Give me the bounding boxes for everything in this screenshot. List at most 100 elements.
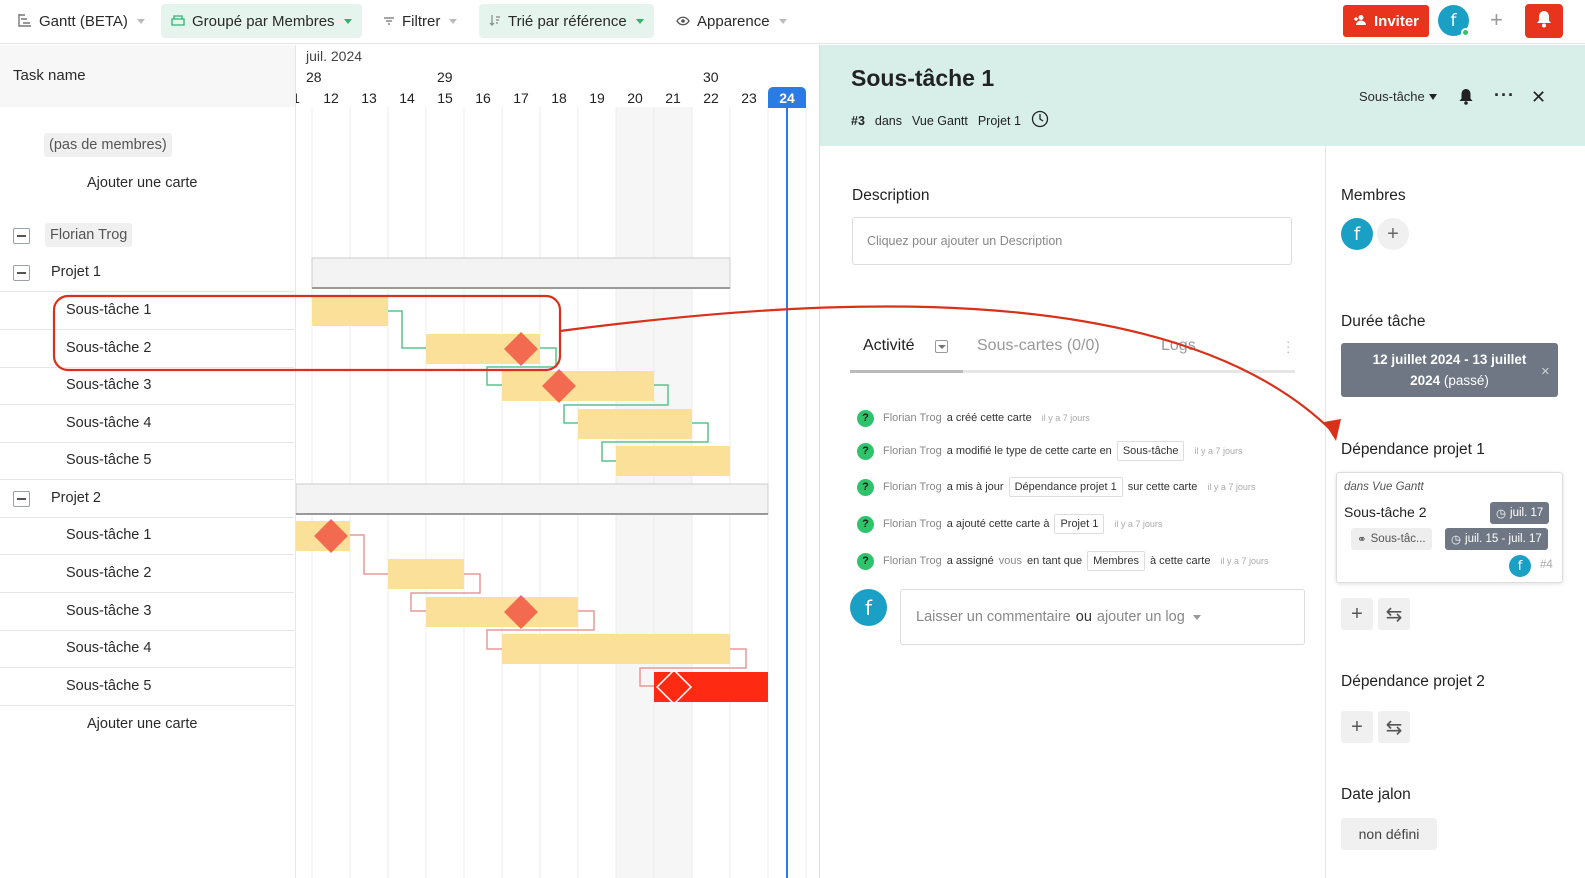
card-view-link[interactable]: Vue Gantt	[912, 114, 968, 128]
project-name: Projet 1	[51, 264, 101, 280]
duration-label: Durée tâche	[1341, 313, 1426, 330]
dropdown-icon[interactable]	[935, 340, 948, 353]
sort-button[interactable]: Trié par référence	[479, 4, 654, 38]
user-avatar[interactable]: f	[1438, 5, 1470, 37]
comment-log-option[interactable]: ajouter un log	[1097, 609, 1185, 625]
chevron-down-icon[interactable]	[1192, 614, 1201, 620]
week-label: 30	[703, 69, 719, 85]
linked-card-badge[interactable]: ⚭ Sous-tâc...	[1351, 528, 1432, 550]
bell-icon[interactable]	[1458, 88, 1474, 110]
task-row[interactable]: Sous-tâche 2	[0, 330, 294, 368]
project-row[interactable]: Projet 2	[0, 480, 294, 518]
close-icon[interactable]: ✕	[1531, 87, 1546, 108]
more-options-icon[interactable]: ···	[1494, 85, 1515, 106]
activity-text: en tant que	[1027, 555, 1083, 567]
task-row[interactable]: Sous-tâche 5	[0, 442, 294, 480]
day-label: 18	[551, 90, 567, 106]
activity-text: vous	[998, 555, 1023, 567]
add-member-button[interactable]: +	[1377, 218, 1409, 250]
task-name: Sous-tâche 4	[66, 415, 152, 431]
swap-icon[interactable]: ⇆	[1378, 598, 1410, 630]
add-card-row[interactable]: Ajouter une carte	[0, 706, 294, 744]
milestone-value[interactable]: non défini	[1341, 818, 1437, 850]
description-field[interactable]: Cliquez pour ajouter un Description	[852, 217, 1292, 265]
task-row[interactable]: Sous-tâche 5	[0, 668, 294, 706]
activity-tag: Dépendance projet 1	[1008, 477, 1123, 497]
week-label: 28	[306, 69, 322, 85]
clear-icon[interactable]: ✕	[1541, 362, 1550, 383]
member-chip: Florian Trog	[45, 223, 133, 247]
dependency-card[interactable]: dans Vue Gantt Sous-tâche 2 ◷ juil. 17 ⚭…	[1336, 472, 1563, 583]
duration-field[interactable]: 12 juillet 2024 - 13 juillet 2024 (passé…	[1341, 343, 1558, 397]
tab-active-indicator	[850, 370, 963, 373]
chevron-down-icon	[635, 18, 644, 24]
collapse-icon[interactable]	[13, 228, 30, 244]
task-name: Sous-tâche 4	[66, 640, 152, 656]
tab-logs[interactable]: Logs	[1161, 337, 1196, 355]
task-row[interactable]: Sous-tâche 4	[0, 405, 294, 443]
collapse-icon[interactable]	[13, 491, 30, 507]
task-row[interactable]: Sous-tâche 1	[0, 517, 294, 555]
chevron-down-icon	[343, 18, 352, 24]
task-row[interactable]: Sous-tâche 3	[0, 593, 294, 631]
task-row[interactable]: Sous-tâche 1	[0, 292, 294, 330]
notifications-button[interactable]	[1525, 4, 1563, 38]
comment-or: ou	[1075, 609, 1092, 625]
activity-icon: ?	[857, 478, 874, 496]
duration-line1: 12 juillet 2024 - 13 juillet	[1372, 352, 1527, 367]
card-project-link[interactable]: Projet 1	[978, 114, 1021, 128]
card-header: Sous-tâche 1 #3 dans Vue Gantt Projet 1 …	[820, 45, 1585, 146]
project-row[interactable]: Projet 1	[0, 254, 294, 292]
activity-text: a créé cette carte	[946, 412, 1032, 424]
task-row[interactable]: Sous-tâche 3	[0, 367, 294, 405]
day-label: 20	[627, 90, 643, 106]
add-dependency-button[interactable]: +	[1341, 711, 1373, 743]
link-icon: ⚭	[1357, 534, 1367, 546]
group-by-button[interactable]: Groupé par Membres	[161, 4, 362, 38]
date-range-badge: ◷ juil. 15 - juil. 17	[1445, 528, 1548, 550]
member-avatar[interactable]: f	[1341, 218, 1373, 250]
filter-button[interactable]: Filtrer	[373, 4, 467, 38]
activity-text: a mis à jour	[946, 481, 1004, 493]
group-by-label: Groupé par Membres	[192, 12, 335, 30]
view-selector[interactable]: Gantt (BETA)	[8, 4, 155, 38]
tab-activity[interactable]: Activité	[863, 337, 915, 355]
clock-icon[interactable]	[1031, 110, 1049, 131]
chevron-down-icon	[449, 18, 458, 24]
member-group-row: Florian Trog	[0, 217, 294, 255]
card-title[interactable]: Sous-tâche 1	[851, 65, 994, 92]
clock-icon: ◷	[1496, 508, 1507, 520]
collapse-icon[interactable]	[13, 265, 30, 281]
add-card-link[interactable]: Ajouter une carte	[87, 175, 197, 191]
task-name: Sous-tâche 1	[66, 302, 152, 318]
plus-icon[interactable]: +	[1490, 9, 1503, 31]
task-row[interactable]: Sous-tâche 2	[0, 555, 294, 593]
card-type-selector[interactable]: Sous-tâche	[1359, 89, 1437, 104]
linked-card-name: Sous-tâc...	[1370, 533, 1426, 545]
task-name-header: Task name	[13, 67, 86, 84]
task-name: Sous-tâche 3	[66, 603, 152, 619]
comment-input[interactable]: Laisser un commentaire ou ajouter un log	[900, 589, 1305, 645]
activity-user: Florian Trog	[883, 555, 942, 567]
card-ref: #3	[851, 113, 865, 128]
activity-user: Florian Trog	[883, 445, 942, 457]
kebab-menu-icon[interactable]: · · ·	[1286, 335, 1290, 358]
day-label: 23	[741, 90, 757, 106]
swap-icon[interactable]: ⇆	[1378, 711, 1410, 743]
dependency-where: dans Vue Gantt	[1344, 481, 1424, 493]
add-user-icon	[1353, 13, 1367, 30]
add-dependency-button[interactable]: +	[1341, 598, 1373, 630]
dependency-2-label: Dépendance projet 2	[1341, 673, 1485, 690]
add-card-row[interactable]: Ajouter une carte	[0, 165, 294, 203]
add-card-link[interactable]: Ajouter une carte	[87, 716, 197, 732]
tab-subcards[interactable]: Sous-cartes (0/0)	[977, 337, 1100, 355]
week-label: 29	[437, 69, 453, 85]
no-members-group: (pas de membres)	[44, 133, 172, 157]
chevron-down-icon	[136, 18, 145, 24]
appearance-button[interactable]: Apparence	[666, 4, 797, 38]
dependency-1-label: Dépendance projet 1	[1341, 441, 1485, 458]
invite-button[interactable]: Inviter	[1343, 5, 1429, 37]
day-label: 14	[399, 90, 415, 106]
invite-label: Inviter	[1373, 12, 1419, 30]
task-row[interactable]: Sous-tâche 4	[0, 630, 294, 668]
